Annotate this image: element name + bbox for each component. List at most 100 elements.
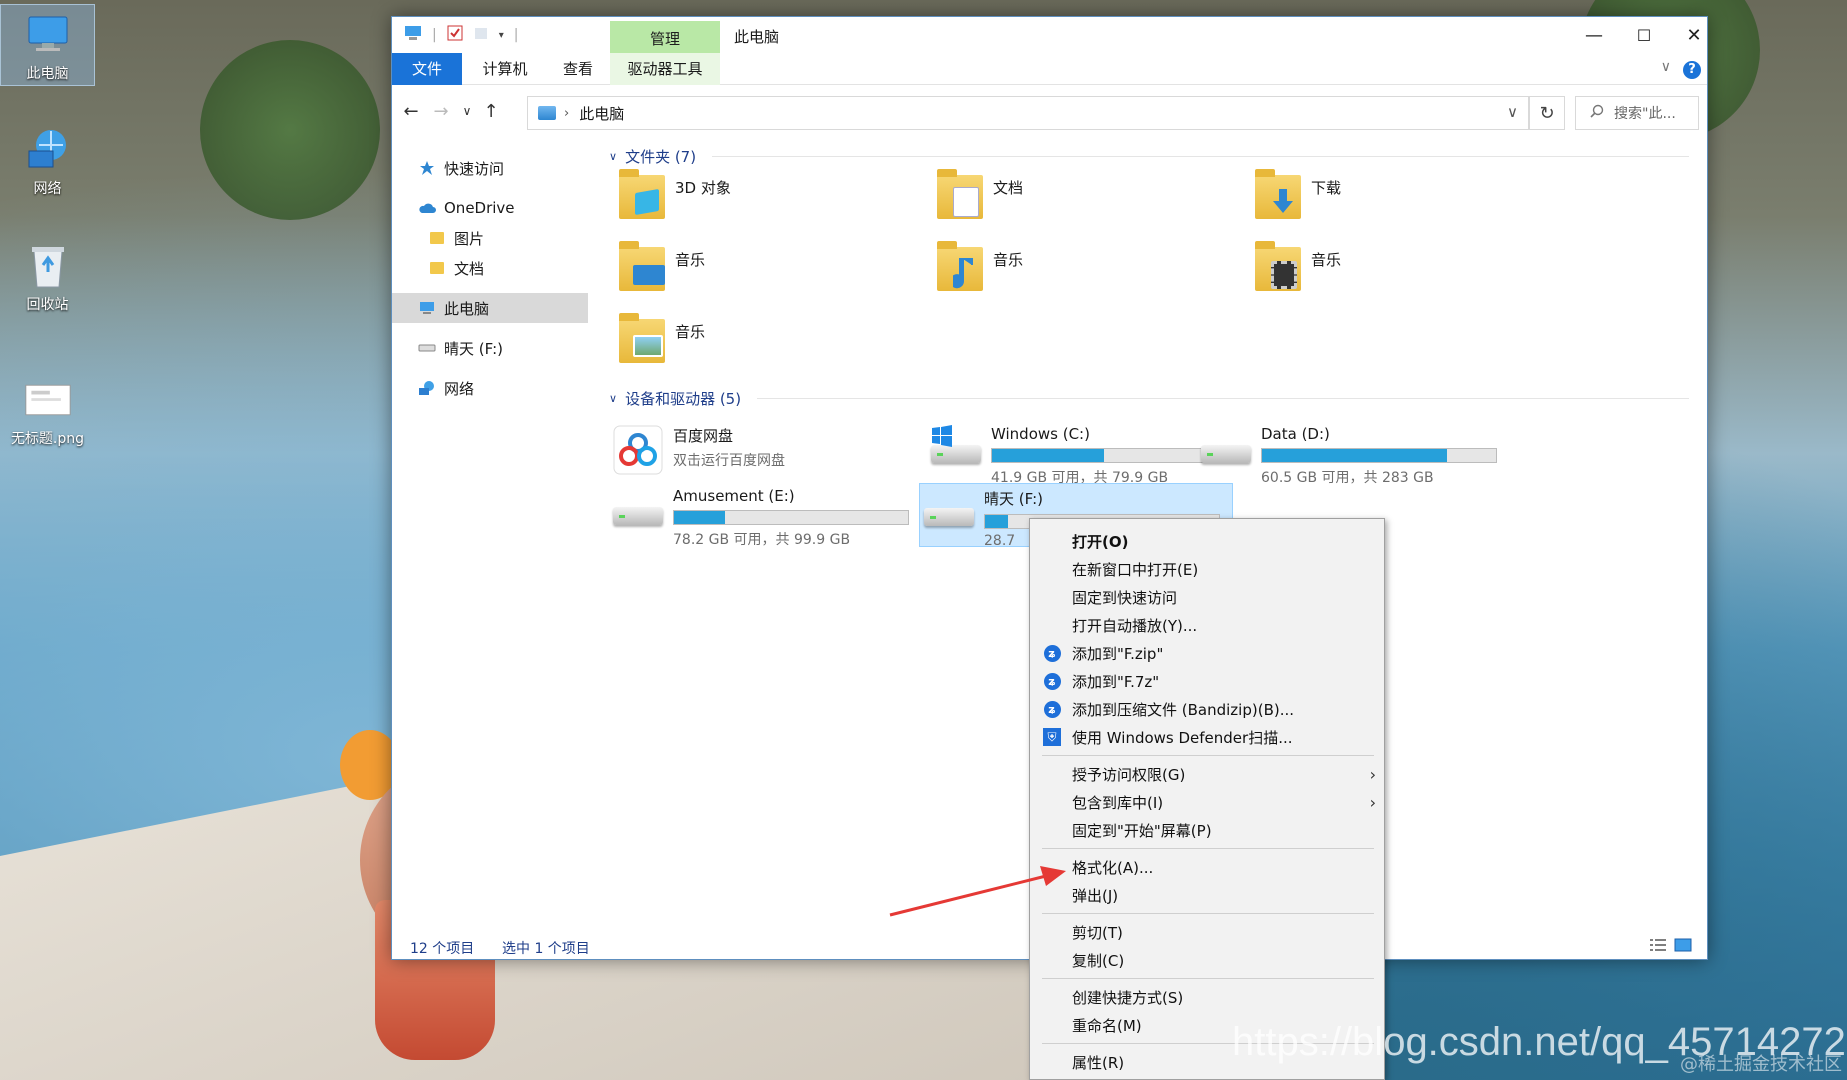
forward-button[interactable]: → [428, 96, 454, 126]
menu-item-label: 打开(O) [1072, 532, 1129, 551]
new-folder-icon[interactable] [473, 25, 489, 45]
menu-item-cut[interactable]: 剪切(T) [1030, 919, 1384, 945]
menu-item-label: 复制(C) [1072, 951, 1125, 970]
tab-manage[interactable]: 管理 [610, 21, 720, 55]
computer-icon [24, 11, 72, 59]
drive-usage-bar [673, 510, 909, 525]
selection-count: 选中 1 个项目 [502, 941, 590, 957]
tab-file[interactable]: 文件 [392, 53, 462, 85]
drive-item-baidu[interactable]: 百度网盘 双击运行百度网盘 [609, 421, 909, 485]
recent-locations-button[interactable]: ∨ [454, 96, 480, 126]
drives-group-header[interactable]: ∨ 设备和驱动器 (5) [609, 387, 1689, 409]
help-icon[interactable]: ? [1683, 61, 1701, 79]
menu-item-pin-start[interactable]: 固定到"开始"屏幕(P) [1030, 817, 1384, 843]
desktop-icon-recycle-bin[interactable]: 回收站 [0, 236, 95, 314]
folder-item-documents[interactable]: 文档 [935, 169, 1235, 233]
tab-drive-tools[interactable]: 驱动器工具 [610, 53, 720, 85]
sidebar-item-label: 快速访问 [444, 159, 505, 178]
close-button[interactable]: ✕ [1665, 17, 1723, 53]
sidebar-item-quick-access[interactable]: 快速访问 [392, 153, 588, 183]
menu-separator [1042, 755, 1374, 756]
search-input[interactable]: 搜索"此... [1575, 96, 1699, 130]
context-menu: 打开(O) 在新窗口中打开(E) 固定到快速访问 打开自动播放(Y)... ʑ添… [1029, 518, 1385, 1080]
menu-item-create-shortcut[interactable]: 创建快捷方式(S) [1030, 984, 1384, 1010]
menu-item-open-new-window[interactable]: 在新窗口中打开(E) [1030, 556, 1384, 582]
menu-item-add-7z[interactable]: ʑ 添加到"F.7z" [1030, 668, 1384, 694]
desktop-icon-label: 回收站 [26, 297, 69, 313]
desktop-icon-label: 网络 [33, 181, 62, 197]
search-placeholder: 搜索"此... [1614, 106, 1676, 122]
breadcrumb[interactable]: 此电脑 [579, 103, 624, 124]
menu-item-grant-access[interactable]: 授予访问权限(G) › [1030, 761, 1384, 787]
cloud-icon [418, 200, 436, 216]
watermark-source: @稀土掘金技术社区 [1680, 1054, 1842, 1075]
menu-item-eject[interactable]: 弹出(J) [1030, 882, 1384, 908]
menu-item-open[interactable]: 打开(O) [1030, 528, 1384, 554]
address-bar[interactable]: › 此电脑 ∨ [527, 96, 1529, 130]
sidebar-item-pictures[interactable]: 图片 [392, 223, 588, 253]
back-button[interactable]: ← [398, 96, 424, 126]
drive-space-text: 60.5 GB 可用，共 283 GB [1261, 470, 1434, 486]
menu-item-include-library[interactable]: 包含到库中(I) › [1030, 789, 1384, 815]
menu-item-add-zip[interactable]: ʑ 添加到"F.zip" [1030, 640, 1384, 666]
sidebar-item-network[interactable]: 网络 [392, 373, 588, 403]
sidebar-item-onedrive[interactable]: OneDrive [392, 193, 588, 223]
ribbon-expand-icon[interactable]: ∨ [1661, 59, 1671, 75]
menu-item-copy[interactable]: 复制(C) [1030, 947, 1384, 973]
address-dropdown-icon[interactable]: ∨ [1507, 103, 1518, 121]
computer-icon [538, 106, 556, 120]
desktop-icon-network[interactable]: 网络 [0, 120, 95, 198]
folder-item-pictures[interactable]: 音乐 [617, 313, 917, 377]
tab-view[interactable]: 查看 [548, 53, 608, 85]
up-button[interactable]: ↑ [478, 96, 504, 126]
details-view-icon[interactable] [1649, 938, 1667, 956]
desktop-icon-label: 无标题.png [10, 431, 85, 447]
group-header-label: 设备和驱动器 (5) [625, 389, 742, 408]
search-icon [1590, 104, 1604, 122]
drive-item-d[interactable]: Data (D:) 60.5 GB 可用，共 283 GB [1197, 421, 1497, 486]
breadcrumb-separator-icon[interactable]: › [564, 106, 569, 121]
folder-label: 下载 [1311, 179, 1342, 197]
drive-name: Data (D:) [1261, 425, 1330, 443]
desktop-icon-this-pc[interactable]: 此电脑 [0, 4, 95, 86]
menu-item-label: 打开自动播放(Y)... [1072, 616, 1198, 635]
bandizip-icon: ʑ [1042, 643, 1062, 663]
properties-checkbox-icon[interactable] [447, 25, 463, 45]
ribbon-tabs: 文件 计算机 查看 驱动器工具 ∨ ? [392, 53, 1707, 85]
bandizip-icon: ʑ [1042, 671, 1062, 691]
menu-item-label: 重命名(M) [1072, 1016, 1142, 1035]
menu-item-format[interactable]: 格式化(A)... [1030, 854, 1384, 880]
videos-folder-icon [1253, 241, 1303, 295]
menu-item-pin-quick-access[interactable]: 固定到快速访问 [1030, 584, 1384, 610]
folders-group-header[interactable]: ∨ 文件夹 (7) [609, 145, 1689, 167]
large-icons-view-icon[interactable] [1674, 938, 1692, 956]
folder-item-music[interactable]: 音乐 [935, 241, 1235, 305]
sidebar-item-documents[interactable]: 文档 [392, 253, 588, 283]
menu-item-label: 格式化(A)... [1072, 858, 1154, 877]
music-folder-icon [935, 241, 985, 295]
folder-item-videos[interactable]: 音乐 [1253, 241, 1553, 305]
menu-item-add-archive[interactable]: ʑ 添加到压缩文件 (Bandizip)(B)... [1030, 696, 1384, 722]
toolbar-divider: | [432, 27, 437, 43]
menu-item-label: 添加到压缩文件 (Bandizip)(B)... [1072, 700, 1295, 719]
drive-item-c[interactable]: Windows (C:) 41.9 GB 可用，共 79.9 GB [927, 421, 1227, 486]
folder-item-desktop[interactable]: 音乐 [617, 241, 917, 305]
drive-usage-bar [991, 448, 1227, 463]
computer-icon[interactable] [404, 25, 422, 45]
menu-item-label: 弹出(J) [1072, 886, 1119, 905]
desktop-icon-image-file[interactable]: 无标题.png [0, 370, 95, 448]
refresh-button[interactable]: ↻ [1529, 96, 1565, 130]
folder-item-downloads[interactable]: 下载 [1253, 169, 1553, 233]
menu-item-label: 在新窗口中打开(E) [1072, 560, 1199, 579]
folder-icon [428, 260, 446, 276]
menu-item-defender-scan[interactable]: ⛨ 使用 Windows Defender扫描... [1030, 724, 1384, 750]
tab-computer[interactable]: 计算机 [470, 53, 540, 85]
menu-item-label: 添加到"F.7z" [1072, 672, 1160, 691]
customize-dropdown-icon[interactable]: ▾ [499, 30, 504, 41]
folder-item-3d-objects[interactable]: 3D 对象 [617, 169, 917, 233]
drive-item-e[interactable]: Amusement (E:) 78.2 GB 可用，共 99.9 GB [609, 483, 909, 548]
sidebar-item-drive-f[interactable]: 晴天 (F:) [392, 333, 588, 363]
menu-item-label: 使用 Windows Defender扫描... [1072, 728, 1293, 747]
sidebar-item-this-pc[interactable]: 此电脑 [392, 293, 588, 323]
menu-item-autoplay[interactable]: 打开自动播放(Y)... [1030, 612, 1384, 638]
